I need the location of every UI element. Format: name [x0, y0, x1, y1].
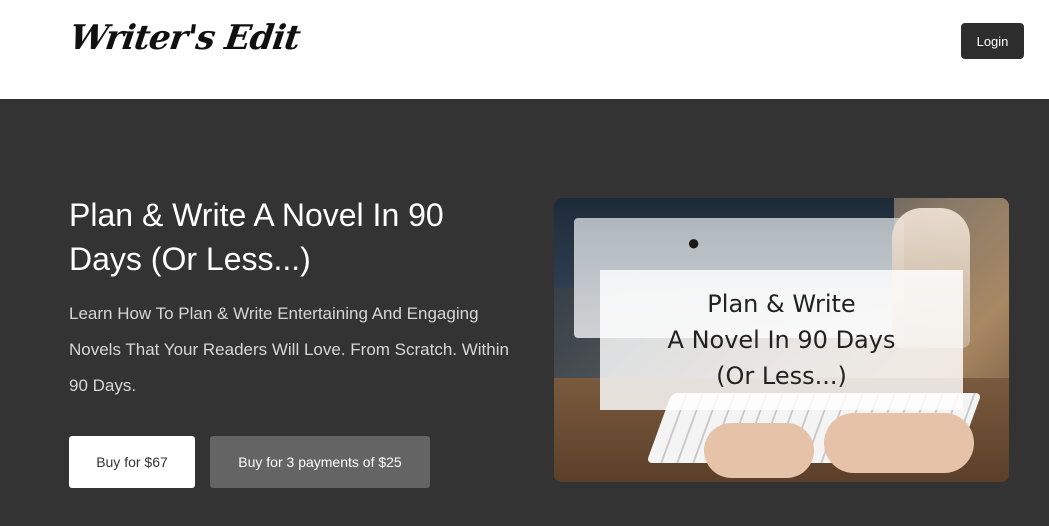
hero-section: Plan & Write A Novel In 90 Days (Or Less…: [0, 99, 1049, 526]
promo-text-overlay: Plan & Write A Novel In 90 Days (Or Less…: [600, 270, 963, 410]
site-header: Writer's Edit Login: [0, 0, 1049, 99]
buy-installments-button[interactable]: Buy for 3 payments of $25: [210, 436, 430, 488]
right-hand-shape: [824, 413, 974, 473]
buy-one-time-button[interactable]: Buy for $67: [69, 436, 195, 488]
hero-title: Plan & Write A Novel In 90 Days (Or Less…: [69, 197, 444, 277]
course-promo-image: ● Plan & Write A Novel In 90 Days (Or Le…: [554, 198, 1009, 482]
left-hand-shape: [704, 423, 814, 478]
hero-subtitle: Learn How To Plan & Write Entertaining A…: [69, 304, 509, 395]
site-logo[interactable]: Writer's Edit: [67, 18, 302, 58]
login-button[interactable]: Login: [961, 23, 1024, 59]
promo-line-2: A Novel In 90 Days: [667, 326, 896, 354]
apple-logo-icon: ●: [687, 230, 701, 255]
promo-line-1: Plan & Write: [707, 290, 856, 318]
promo-line-3: (Or Less...): [716, 362, 847, 390]
